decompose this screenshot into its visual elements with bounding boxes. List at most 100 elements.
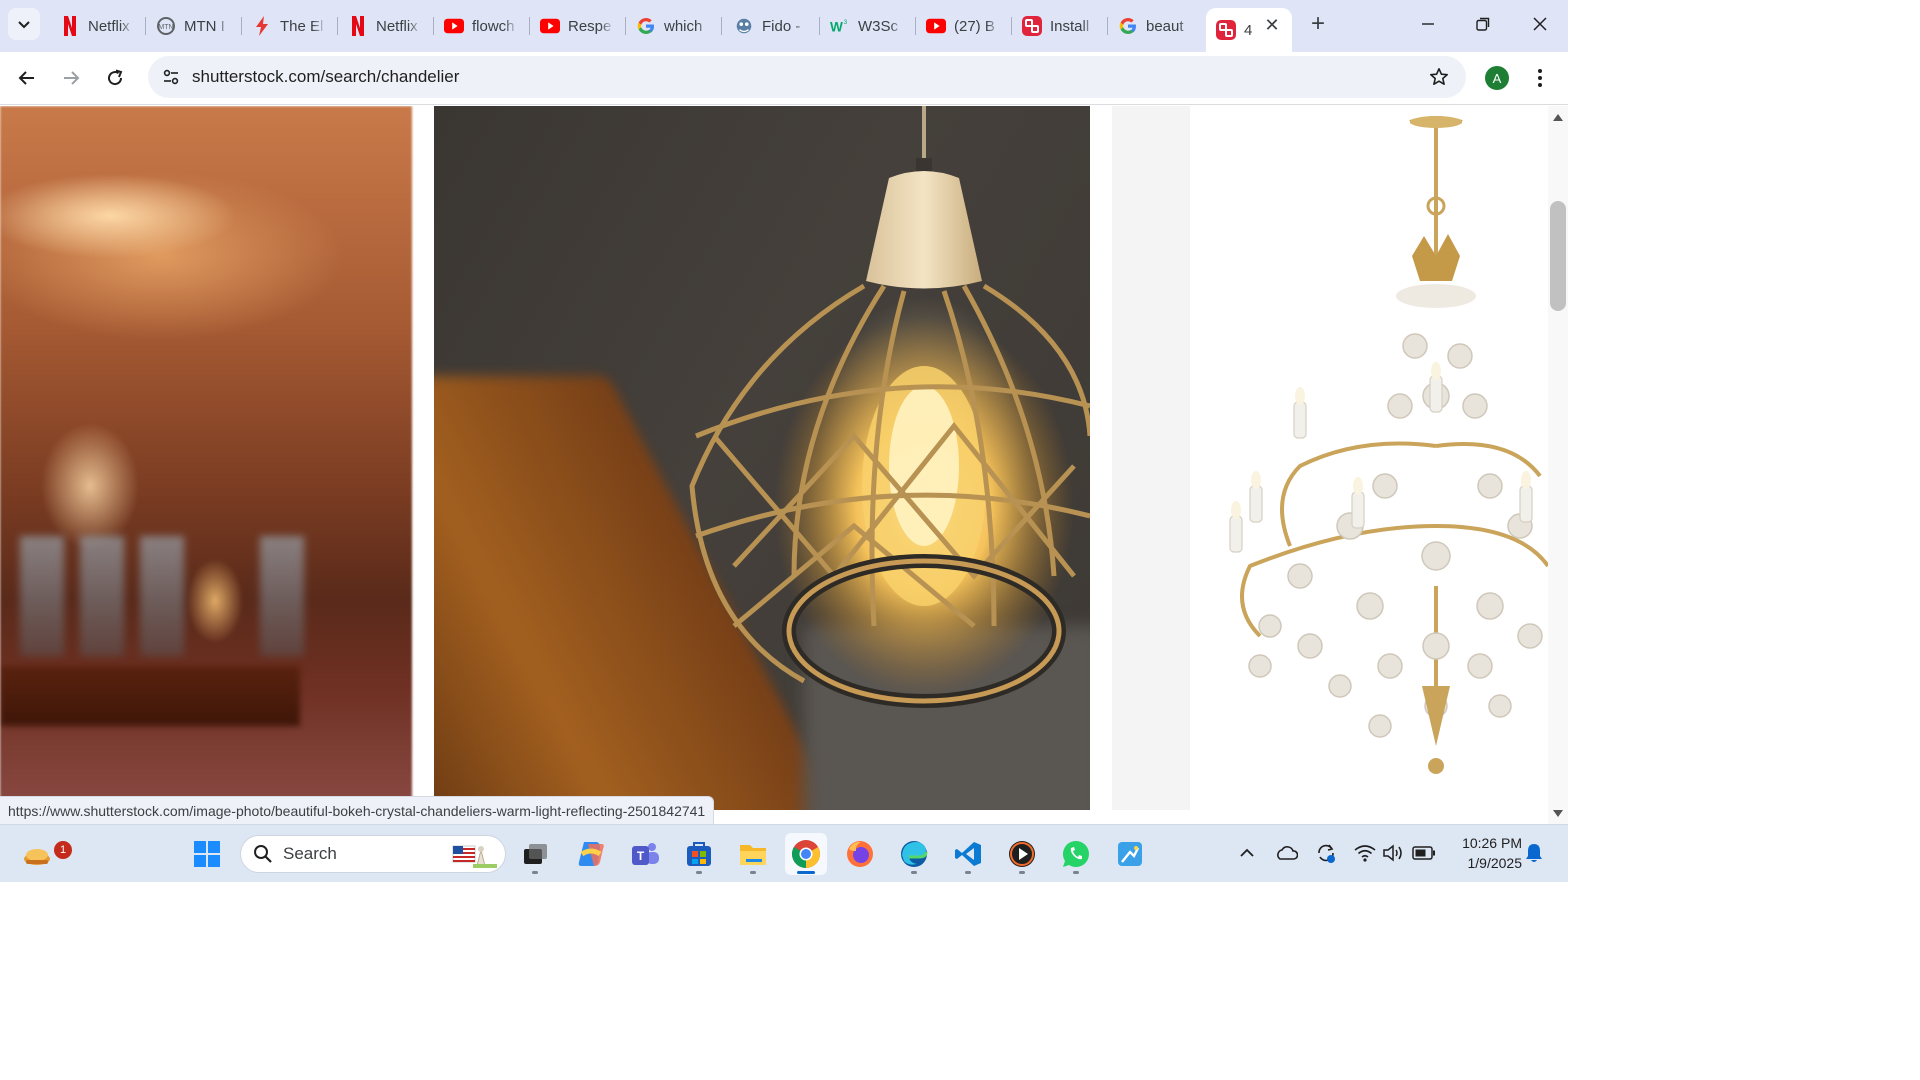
site-info-icon[interactable] — [158, 64, 184, 90]
profile-avatar[interactable]: A — [1485, 66, 1509, 90]
mtn-icon: MTN — [156, 16, 176, 36]
teams-button[interactable]: T — [624, 833, 666, 875]
firefox-button[interactable] — [839, 833, 881, 875]
tab-label: (27) B — [954, 17, 995, 35]
page-content — [0, 106, 1548, 824]
tab-label: which — [664, 17, 703, 35]
running-indicator — [797, 871, 815, 874]
arrow-right-icon — [64, 71, 80, 85]
taskbar-search-box[interactable]: Search — [240, 835, 506, 873]
svg-text:3: 3 — [844, 19, 848, 26]
youtube-icon — [540, 16, 560, 36]
youtube-icon — [444, 16, 464, 36]
whatsapp-button[interactable] — [1055, 833, 1097, 875]
image-result-porcelain-chandelier[interactable] — [1190, 106, 1548, 810]
tab-label: The El — [280, 17, 324, 35]
tab-mtn[interactable]: MTN MTN I — [146, 8, 242, 44]
running-indicator — [750, 871, 756, 874]
task-view-button[interactable] — [514, 833, 556, 875]
tab-beaut[interactable]: beaut — [1108, 8, 1204, 44]
tab-separator — [721, 17, 722, 35]
tab-label: Fido - — [762, 17, 801, 35]
notification-badge: 1 — [54, 841, 72, 859]
running-indicator — [1019, 871, 1025, 874]
file-explorer-button[interactable] — [732, 833, 774, 875]
volume-icon[interactable] — [1379, 839, 1407, 867]
forward-button[interactable] — [55, 62, 87, 94]
url-text[interactable]: shutterstock.com/search/chandelier — [192, 67, 459, 87]
svg-text:T: T — [637, 849, 645, 863]
microsoft-store-icon — [687, 842, 711, 866]
photo-detail — [260, 536, 304, 656]
tab-label: flowch — [472, 17, 515, 35]
paint-button[interactable] — [1109, 833, 1151, 875]
image-result-pendant-lamp[interactable] — [434, 106, 1090, 810]
tab-install[interactable]: Install — [1012, 8, 1108, 44]
photo-detail — [20, 536, 64, 656]
microsoft-store-button[interactable] — [678, 833, 720, 875]
start-button[interactable] — [186, 833, 228, 875]
page-scrollbar[interactable] — [1548, 106, 1568, 824]
scroll-thumb[interactable] — [1550, 201, 1566, 311]
system-clock[interactable]: 10:26 PM 1/9/2025 — [1446, 833, 1522, 873]
minimize-button[interactable] — [1408, 8, 1448, 40]
search-highlight-flag-icon — [452, 845, 497, 868]
bookmark-star-icon[interactable] — [1428, 66, 1450, 88]
notifications-bell-icon[interactable] — [1520, 839, 1548, 867]
tab-search-button[interactable] — [8, 8, 40, 40]
clock-date: 1/9/2025 — [1467, 855, 1523, 871]
reload-button[interactable] — [99, 62, 131, 94]
tab-shutterstock-active[interactable]: 4 ✕ — [1206, 8, 1292, 52]
tab-label: beaut — [1146, 17, 1184, 35]
media-player-button[interactable] — [1001, 833, 1043, 875]
more-menu-icon[interactable] — [1530, 64, 1550, 92]
onedrive-icon[interactable] — [1272, 839, 1300, 867]
image-result-ballroom-chandeliers[interactable] — [0, 106, 412, 810]
firefox-icon — [847, 841, 873, 867]
netflix-icon — [60, 16, 80, 36]
sync-icon[interactable] — [1312, 839, 1340, 867]
image-spacer — [1112, 106, 1190, 810]
chevron-down-icon — [18, 21, 30, 29]
tab-netflix[interactable]: Netflix — [50, 8, 146, 44]
tab-w3schools[interactable]: W3 W3Sc — [820, 8, 916, 44]
restore-button[interactable] — [1463, 8, 1503, 40]
netflix-icon — [348, 16, 368, 36]
running-indicator — [911, 871, 917, 874]
tab-netflix-2[interactable]: Netflix — [338, 8, 434, 44]
wifi-icon[interactable] — [1351, 839, 1379, 867]
battery-icon[interactable] — [1410, 839, 1438, 867]
copilot-button[interactable] — [570, 833, 612, 875]
google-icon — [636, 16, 656, 36]
tab-respe[interactable]: Respe — [530, 8, 626, 44]
chrome-button[interactable] — [785, 833, 827, 875]
widgets-button[interactable]: 1 — [16, 833, 72, 875]
address-bar[interactable]: shutterstock.com/search/chandelier — [148, 56, 1466, 98]
scroll-up-arrow-icon[interactable] — [1552, 112, 1564, 122]
tab-label: Netflix — [88, 17, 130, 35]
tab-the-el[interactable]: The El — [242, 8, 338, 44]
tab-label: MTN I — [184, 17, 225, 35]
tab-flowchart[interactable]: flowch — [434, 8, 530, 44]
shutterstock-icon — [1022, 16, 1042, 36]
tab-fido[interactable]: Fido - — [724, 8, 820, 44]
vscode-icon — [955, 842, 981, 866]
tab-label: 4 — [1244, 21, 1253, 39]
tab-youtube-27[interactable]: (27) B — [916, 8, 1012, 44]
tab-which[interactable]: which — [626, 8, 722, 44]
pendant-lamp-illustration — [689, 106, 1090, 708]
show-hidden-icons-chevron-icon[interactable] — [1233, 839, 1261, 867]
running-indicator — [965, 871, 971, 874]
windows-start-icon — [194, 841, 220, 867]
file-explorer-icon — [740, 845, 766, 865]
close-window-button[interactable] — [1520, 8, 1560, 40]
task-view-icon — [524, 844, 547, 864]
edge-button[interactable] — [893, 833, 935, 875]
new-tab-button[interactable]: + — [1304, 10, 1332, 38]
back-button[interactable] — [11, 62, 43, 94]
google-icon — [1118, 16, 1138, 36]
windows-taskbar: 1 Search T 10:26 PM 1/9/2025 — [0, 824, 1568, 882]
close-tab-icon[interactable]: ✕ — [1262, 15, 1282, 35]
vscode-button[interactable] — [947, 833, 989, 875]
scroll-down-arrow-icon[interactable] — [1552, 808, 1564, 818]
